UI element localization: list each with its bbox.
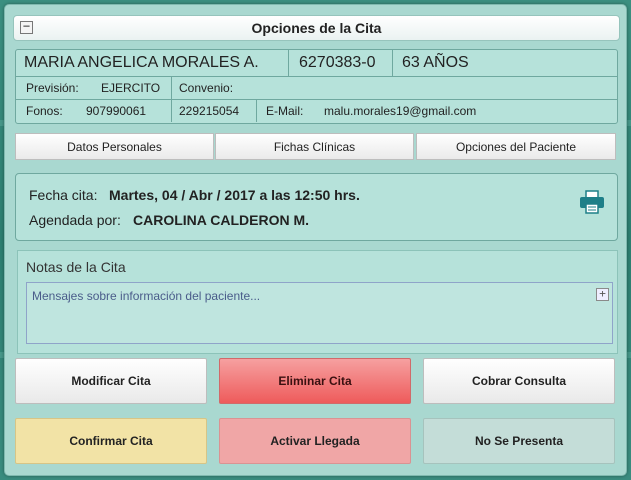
convenio-label: Convenio: — [179, 81, 234, 95]
notes-placeholder: Mensajes sobre información del paciente.… — [32, 289, 261, 303]
divider — [256, 100, 257, 122]
patient-email: malu.morales19@gmail.com — [324, 104, 477, 118]
scheduled-by-label: Agendada por: — [29, 212, 121, 228]
charge-consultation-button[interactable]: Cobrar Consulta — [423, 358, 615, 404]
divider — [288, 50, 289, 76]
dialog-title: Opciones de la Cita — [251, 20, 382, 36]
scheduled-by-value: CAROLINA CALDERON M. — [133, 212, 310, 228]
divider — [171, 100, 172, 122]
appointment-date-label: Fecha cita: — [29, 187, 98, 203]
phone-1: 907990061 — [86, 104, 147, 118]
appointment-notes: Notas de la Cita Mensajes sobre informac… — [17, 250, 618, 354]
appointment-date-value: Martes, 04 / Abr / 2017 a las 12:50 hrs. — [109, 187, 360, 203]
patient-contact-row: Fonos: 907990061 229215054 E-Mail: malu.… — [16, 100, 617, 122]
divider — [392, 50, 393, 76]
tab-datos-personales[interactable]: Datos Personales — [15, 133, 214, 160]
prevision-value: EJERCITO — [101, 81, 161, 95]
notes-textarea[interactable]: Mensajes sobre información del paciente.… — [26, 282, 613, 344]
patient-rut: 6270383-0 — [299, 54, 376, 71]
appointment-options-dialog: − Opciones de la Cita MARIA ANGELICA MOR… — [4, 4, 627, 476]
prevision-label: Previsión: — [26, 81, 79, 95]
activate-arrival-button[interactable]: Activar Llegada — [219, 418, 411, 464]
tab-opciones-paciente[interactable]: Opciones del Paciente — [416, 133, 616, 160]
patient-info: MARIA ANGELICA MORALES A. 6270383-0 63 A… — [15, 49, 618, 124]
divider — [171, 77, 172, 99]
delete-appointment-button[interactable]: Eliminar Cita — [219, 358, 411, 404]
printer-icon[interactable] — [578, 188, 606, 216]
tab-fichas-clinicas[interactable]: Fichas Clínicas — [215, 133, 414, 160]
email-label: E-Mail: — [266, 104, 304, 118]
patient-name: MARIA ANGELICA MORALES A. — [24, 54, 259, 71]
no-show-button[interactable]: No Se Presenta — [423, 418, 615, 464]
patient-age: 63 AÑOS — [402, 54, 469, 71]
confirm-appointment-button[interactable]: Confirmar Cita — [15, 418, 207, 464]
expand-icon[interactable]: + — [596, 288, 609, 301]
fonos-label: Fonos: — [26, 104, 63, 118]
patient-insurance-row: Previsión: EJERCITO Convenio: — [16, 77, 617, 100]
notes-label: Notas de la Cita — [26, 259, 126, 275]
phone-2: 229215054 — [179, 104, 240, 118]
modify-appointment-button[interactable]: Modificar Cita — [15, 358, 207, 404]
appointment-info: Fecha cita: Martes, 04 / Abr / 2017 a la… — [15, 173, 618, 241]
dialog-titlebar: − Opciones de la Cita — [13, 15, 620, 41]
patient-header-row: MARIA ANGELICA MORALES A. 6270383-0 63 A… — [16, 50, 617, 77]
